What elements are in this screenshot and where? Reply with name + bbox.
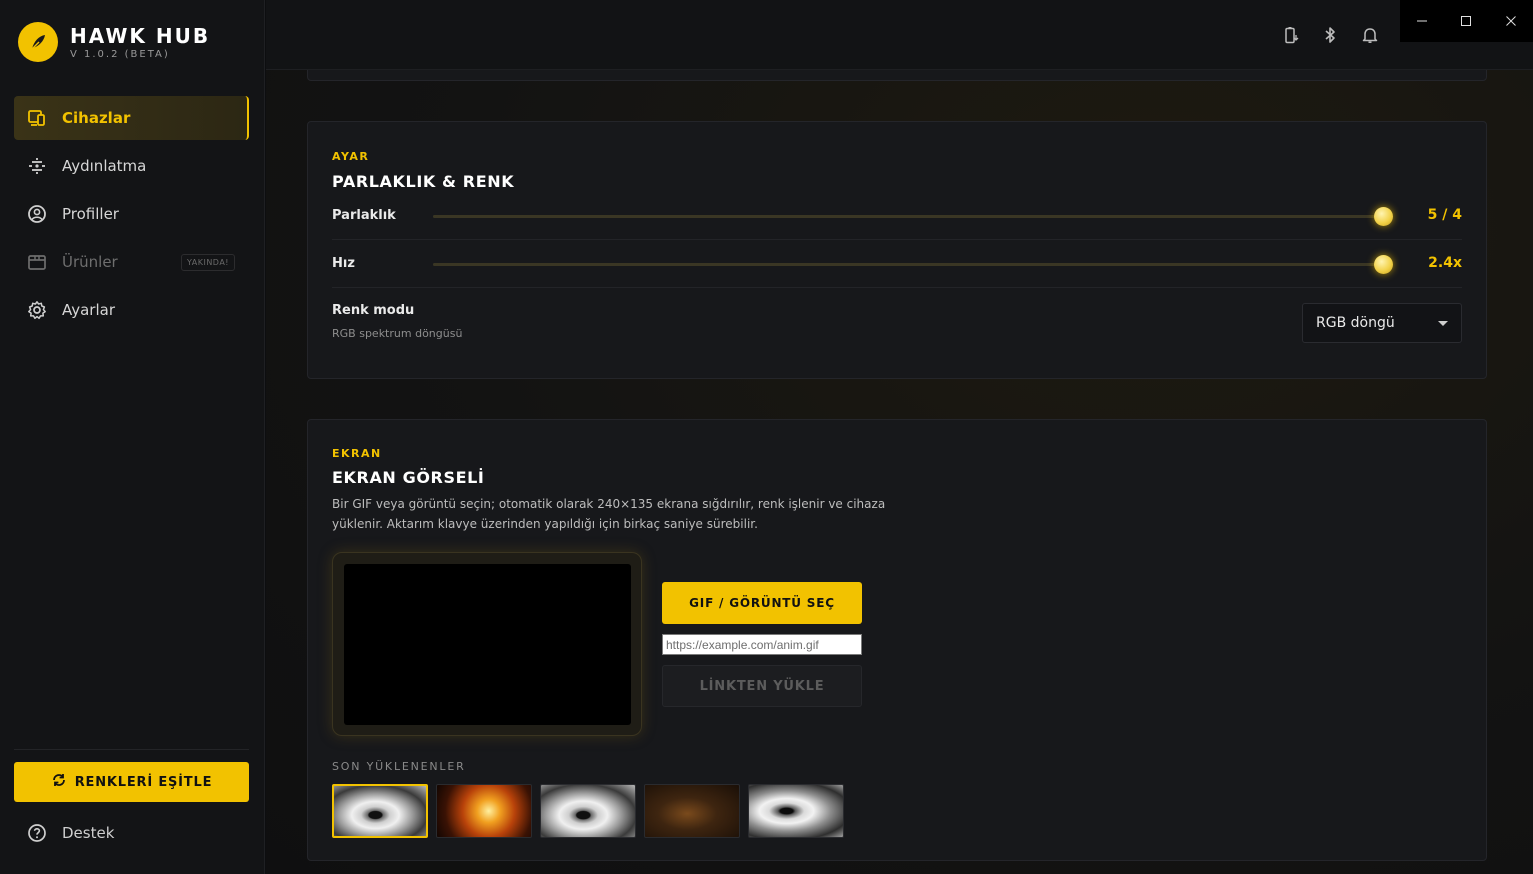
minimize-button[interactable]	[1400, 0, 1444, 42]
speed-slider-fill	[433, 263, 1384, 266]
sidebar-item-ayarlar[interactable]: Ayarlar	[14, 288, 249, 332]
sidebar-divider	[14, 749, 249, 750]
lighting-icon	[26, 155, 48, 177]
sidebar-item-aydinlatma[interactable]: Aydınlatma	[14, 144, 249, 188]
recent-uploads-label: SON YÜKLENENLER	[332, 760, 466, 773]
battery-icon[interactable]	[1280, 24, 1302, 46]
close-button[interactable]	[1489, 0, 1533, 42]
sync-button-label: RENKLERİ EŞİTLE	[74, 774, 213, 790]
bell-icon[interactable]	[1359, 24, 1381, 46]
brand-version: V 1.0.2 (BETA)	[70, 49, 170, 60]
brightness-color-card: AYAR PARLAKLIK & RENK Parlaklık 5 / 4 Hı…	[307, 121, 1487, 379]
recent-thumbnail[interactable]	[748, 784, 844, 838]
app-window: HAWK HUB V 1.0.2 (BETA) Cihazlar Aydınla…	[0, 0, 1533, 874]
card-title: EKRAN GÖRSELİ	[332, 468, 485, 487]
speed-slider-thumb[interactable]	[1374, 255, 1393, 274]
gif-url-input[interactable]	[662, 634, 862, 655]
card-eyebrow: AYAR	[332, 150, 370, 163]
recent-thumbnail[interactable]	[540, 784, 636, 838]
profile-icon	[26, 203, 48, 225]
brightness-label: Parlaklık	[332, 208, 396, 223]
close-icon	[1505, 16, 1516, 26]
card-title: PARLAKLIK & RENK	[332, 172, 515, 191]
support-label: Destek	[62, 824, 115, 842]
screen-description: Bir GIF veya görüntü seçin; otomatik ola…	[332, 497, 886, 531]
screen-image-card: EKRAN EKRAN GÖRSELİ Bir GIF veya görüntü…	[307, 419, 1487, 861]
sidebar-item-label: Ayarlar	[62, 301, 116, 319]
color-mode-label: Renk modu	[332, 303, 415, 318]
support-link[interactable]: Destek	[26, 822, 114, 844]
chevron-down-icon	[1438, 321, 1448, 326]
sidebar-item-urunler[interactable]: Ürünler YAKINDA!	[14, 240, 249, 284]
color-mode-description: RGB spektrum döngüsü	[332, 327, 463, 340]
devices-icon	[26, 107, 48, 129]
sync-icon	[51, 772, 67, 792]
help-icon	[26, 822, 48, 844]
brightness-slider-thumb[interactable]	[1374, 207, 1393, 226]
speed-slider[interactable]	[433, 255, 1393, 274]
speed-label: Hız	[332, 256, 355, 271]
sidebar: HAWK HUB V 1.0.2 (BETA) Cihazlar Aydınla…	[0, 0, 265, 874]
card-eyebrow: EKRAN	[332, 447, 382, 460]
load-from-link-button[interactable]: LİNKTEN YÜKLE	[662, 665, 862, 707]
brightness-slider-fill	[433, 215, 1384, 218]
sidebar-nav: Cihazlar Aydınlatma Profiller Ürünler YA…	[14, 96, 249, 336]
screen-preview-frame	[332, 552, 642, 736]
store-icon	[26, 251, 48, 273]
top-bar	[266, 0, 1533, 70]
window-controls	[1400, 0, 1533, 42]
feather-logo-icon	[18, 22, 58, 62]
sidebar-item-label: Ürünler	[62, 253, 118, 271]
sync-colors-button[interactable]: RENKLERİ EŞİTLE	[14, 762, 249, 802]
sidebar-item-label: Aydınlatma	[62, 157, 147, 175]
brand: HAWK HUB V 1.0.2 (BETA)	[18, 22, 210, 62]
sidebar-item-cihazlar[interactable]: Cihazlar	[14, 96, 249, 140]
sidebar-item-label: Profiller	[62, 205, 119, 223]
minimize-icon	[1417, 20, 1428, 22]
sidebar-item-label: Cihazlar	[62, 109, 131, 127]
recent-thumbnail[interactable]	[644, 784, 740, 838]
color-mode-selected: RGB döngü	[1316, 315, 1395, 331]
brightness-slider[interactable]	[433, 207, 1393, 226]
screen-preview	[344, 564, 631, 725]
brightness-row: Parlaklık 5 / 4	[332, 192, 1462, 240]
sidebar-item-profiller[interactable]: Profiller	[14, 192, 249, 236]
maximize-button[interactable]	[1444, 0, 1488, 42]
maximize-icon	[1461, 16, 1472, 26]
previous-card-edge	[307, 70, 1487, 81]
recent-thumbnail[interactable]	[436, 784, 532, 838]
speed-value: 2.4x	[1428, 255, 1462, 271]
bluetooth-icon[interactable]	[1319, 24, 1341, 46]
color-mode-select[interactable]: RGB döngü	[1302, 303, 1462, 343]
brightness-value: 5 / 4	[1427, 207, 1462, 223]
gear-icon	[26, 299, 48, 321]
recent-uploads-list	[332, 784, 852, 838]
main-content: AYAR PARLAKLIK & RENK Parlaklık 5 / 4 Hı…	[266, 70, 1533, 874]
coming-soon-badge: YAKINDA!	[180, 254, 235, 271]
speed-row: Hız 2.4x	[332, 240, 1462, 288]
brand-name: HAWK HUB	[70, 24, 211, 48]
recent-thumbnail[interactable]	[332, 784, 428, 838]
pick-image-button[interactable]: GIF / GÖRÜNTÜ SEÇ	[662, 582, 862, 624]
